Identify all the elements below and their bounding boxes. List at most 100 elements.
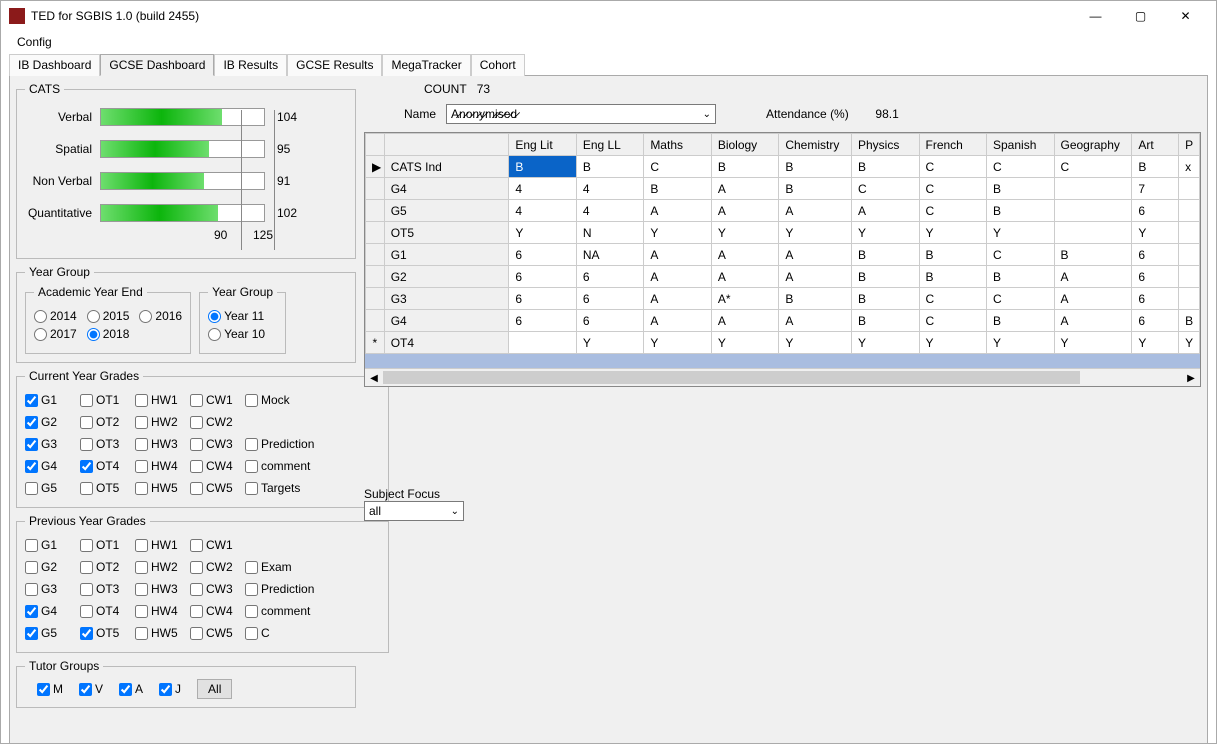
check-ot2[interactable]: OT2	[80, 560, 135, 574]
check-comment[interactable]: comment	[245, 459, 300, 473]
check-cw5[interactable]: CW5	[190, 481, 245, 495]
horizontal-scrollbar[interactable]: ◀ ▶	[365, 368, 1200, 386]
maximize-button[interactable]: ▢	[1118, 1, 1163, 31]
tab-ib-results[interactable]: IB Results	[214, 54, 287, 76]
column-header[interactable]: Biology	[711, 134, 779, 156]
check-g2[interactable]: G2	[25, 415, 80, 429]
column-header[interactable]: Eng Lit	[509, 134, 577, 156]
check-mock[interactable]: Mock	[245, 393, 300, 407]
check-hw3[interactable]: HW3	[135, 582, 190, 596]
check-ot2[interactable]: OT2	[80, 415, 135, 429]
check-prediction[interactable]: Prediction	[245, 437, 300, 451]
check-cw4[interactable]: CW4	[190, 459, 245, 473]
check-g2[interactable]: G2	[25, 560, 80, 574]
table-row[interactable]: G16NAAAABBCB6	[366, 244, 1200, 266]
subject-focus-dropdown[interactable]: all ⌄	[364, 501, 464, 521]
tab-ib-dashboard[interactable]: IB Dashboard	[9, 54, 100, 76]
check-cw4[interactable]: CW4	[190, 604, 245, 618]
check-hw1[interactable]: HW1	[135, 538, 190, 552]
tab-cohort[interactable]: Cohort	[471, 54, 525, 76]
column-header[interactable]: Art	[1132, 134, 1179, 156]
check-prediction[interactable]: Prediction	[245, 582, 300, 596]
column-header[interactable]: Geography	[1054, 134, 1132, 156]
table-row[interactable]: ▶CATS IndBBCBBBCCCBx	[366, 156, 1200, 178]
check-ot5[interactable]: OT5	[80, 481, 135, 495]
check-hw2[interactable]: HW2	[135, 415, 190, 429]
year-radio-2018[interactable]: 2018	[87, 327, 130, 341]
check-cw2[interactable]: CW2	[190, 415, 245, 429]
check-exam[interactable]: Exam	[245, 560, 300, 574]
yg-radio-year-10[interactable]: Year 10	[208, 327, 265, 341]
check-cw1[interactable]: CW1	[190, 393, 245, 407]
column-header[interactable]: P	[1179, 134, 1200, 156]
table-row[interactable]: *OT4YYYYYYYYYY	[366, 332, 1200, 354]
check-ot1[interactable]: OT1	[80, 538, 135, 552]
tutor-check-j[interactable]: J	[159, 682, 181, 696]
check-g1[interactable]: G1	[25, 393, 80, 407]
check-ot1[interactable]: OT1	[80, 393, 135, 407]
check-ot4[interactable]: OT4	[80, 604, 135, 618]
table-row[interactable]: G544AAAACB6	[366, 200, 1200, 222]
column-header[interactable]	[366, 134, 385, 156]
check-hw5[interactable]: HW5	[135, 481, 190, 495]
check-cw1[interactable]: CW1	[190, 538, 245, 552]
scroll-thumb[interactable]	[383, 371, 1080, 384]
year-radio-2014[interactable]: 2014	[34, 309, 77, 323]
close-button[interactable]: ✕	[1163, 1, 1208, 31]
column-header[interactable]: Chemistry	[779, 134, 852, 156]
check-cw5[interactable]: CW5	[190, 626, 245, 640]
check-ot5[interactable]: OT5	[80, 626, 135, 640]
year-radio-2015[interactable]: 2015	[87, 309, 130, 323]
check-hw2[interactable]: HW2	[135, 560, 190, 574]
column-header[interactable]: Physics	[852, 134, 920, 156]
name-dropdown[interactable]: A̷n̷o̷n̷y̷m̷i̷s̷e̷d̷ ⌄	[446, 104, 716, 124]
check-hw1[interactable]: HW1	[135, 393, 190, 407]
tutor-check-a[interactable]: A	[119, 682, 143, 696]
check-targets[interactable]: Targets	[245, 481, 300, 495]
scroll-right-icon[interactable]: ▶	[1182, 369, 1200, 387]
table-row[interactable]: G466AAABCBA6B	[366, 310, 1200, 332]
check-g4[interactable]: G4	[25, 459, 80, 473]
check-g3[interactable]: G3	[25, 437, 80, 451]
check-hw3[interactable]: HW3	[135, 437, 190, 451]
year-radio-2017[interactable]: 2017	[34, 327, 77, 341]
grades-grid[interactable]: Eng LitEng LLMathsBiologyChemistryPhysic…	[364, 132, 1201, 387]
tab-megatracker[interactable]: MegaTracker	[382, 54, 470, 76]
check-hw4[interactable]: HW4	[135, 604, 190, 618]
check-hw4[interactable]: HW4	[135, 459, 190, 473]
column-header[interactable]: Spanish	[987, 134, 1055, 156]
tab-gcse-results[interactable]: GCSE Results	[287, 54, 382, 76]
column-header[interactable]: Eng LL	[576, 134, 644, 156]
minimize-button[interactable]: —	[1073, 1, 1118, 31]
check-g5[interactable]: G5	[25, 481, 80, 495]
check-g4[interactable]: G4	[25, 604, 80, 618]
column-header[interactable]: French	[919, 134, 987, 156]
tab-gcse-dashboard[interactable]: GCSE Dashboard	[100, 54, 214, 76]
check-g3[interactable]: G3	[25, 582, 80, 596]
table-row[interactable]: G444BABCCB7	[366, 178, 1200, 200]
check-cw2[interactable]: CW2	[190, 560, 245, 574]
previous-year-grades: Previous Year Grades G1OT1HW1CW1G2OT2HW2…	[16, 514, 389, 653]
check-g1[interactable]: G1	[25, 538, 80, 552]
scroll-left-icon[interactable]: ◀	[365, 369, 383, 387]
yg-radio-year-11[interactable]: Year 11	[208, 309, 264, 323]
check-g5[interactable]: G5	[25, 626, 80, 640]
tutor-check-m[interactable]: M	[37, 682, 63, 696]
menu-config[interactable]: Config	[11, 31, 58, 53]
tutor-check-v[interactable]: V	[79, 682, 103, 696]
check-cw3[interactable]: CW3	[190, 582, 245, 596]
column-header[interactable]	[384, 134, 509, 156]
check-ot4[interactable]: OT4	[80, 459, 135, 473]
check-c[interactable]: C	[245, 626, 300, 640]
check-hw5[interactable]: HW5	[135, 626, 190, 640]
tutor-all-button[interactable]: All	[197, 679, 232, 699]
column-header[interactable]: Maths	[644, 134, 712, 156]
year-radio-2016[interactable]: 2016	[139, 309, 182, 323]
check-cw3[interactable]: CW3	[190, 437, 245, 451]
table-row[interactable]: OT5YNYYYYYYY	[366, 222, 1200, 244]
table-row[interactable]: G366AA*BBCCA6	[366, 288, 1200, 310]
table-row[interactable]: G266AAABBBA6	[366, 266, 1200, 288]
check-ot3[interactable]: OT3	[80, 437, 135, 451]
check-comment[interactable]: comment	[245, 604, 300, 618]
check-ot3[interactable]: OT3	[80, 582, 135, 596]
